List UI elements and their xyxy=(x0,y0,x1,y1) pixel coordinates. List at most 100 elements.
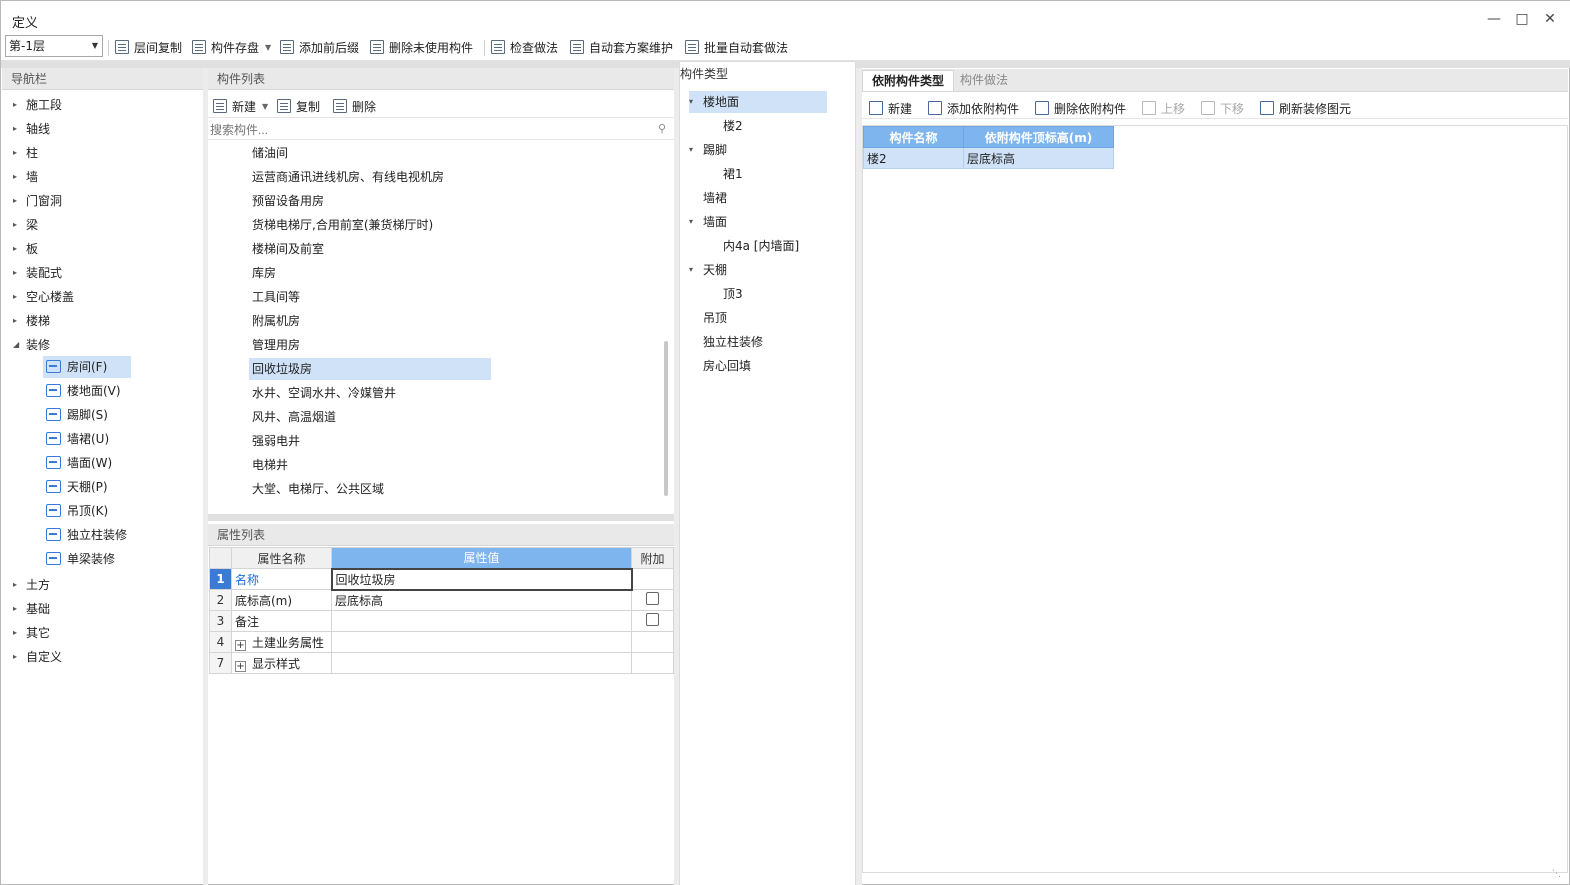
delete-unused-button[interactable]: 删除未使用构件 xyxy=(370,38,473,56)
dependent-height-cell[interactable]: 层底标高 xyxy=(963,147,1114,169)
table-row[interactable]: 1 名称 回收垃圾房 xyxy=(209,567,674,591)
nav-subitem[interactable]: 墙面(W) xyxy=(43,452,131,474)
nav-subitem[interactable]: 天棚(P) xyxy=(43,476,131,498)
nav-item[interactable]: ▸ 轴线 xyxy=(13,118,50,140)
nav-subitem[interactable]: 踢脚(S) xyxy=(43,404,131,426)
property-value-cell[interactable]: 层底标高 xyxy=(331,589,632,611)
list-item[interactable]: 回收垃圾房 xyxy=(249,358,491,380)
property-value-cell[interactable] xyxy=(331,652,632,674)
caret-right-icon[interactable]: ▸ xyxy=(13,190,17,212)
type-tree-child[interactable]: 顶3 xyxy=(723,283,743,305)
list-item[interactable]: 水井、空调水井、冷媒管井 xyxy=(249,382,396,404)
property-value-cell[interactable] xyxy=(331,631,632,653)
table-row[interactable]: 7 + 显示样式 xyxy=(209,652,674,674)
extra-checkbox[interactable] xyxy=(646,613,659,626)
caret-right-icon[interactable]: ▸ xyxy=(13,142,17,164)
move-up-button[interactable]: 上移 xyxy=(1142,99,1185,117)
search-icon[interactable]: ⚲ xyxy=(658,122,666,135)
caret-right-icon[interactable]: ▸ xyxy=(13,118,17,140)
delete-dependent-button[interactable]: 删除依附构件 xyxy=(1035,99,1126,117)
nav-item[interactable]: ▸ 柱 xyxy=(13,142,38,164)
nav-item[interactable]: ▸ 墙 xyxy=(13,166,38,188)
caret-right-icon[interactable]: ▸ xyxy=(13,286,17,308)
nav-item[interactable]: ◢ 装修 xyxy=(13,334,50,356)
list-scrollbar[interactable] xyxy=(664,341,668,496)
caret-down-icon[interactable]: ◢ xyxy=(13,334,19,356)
delete-component-button[interactable]: 删除 xyxy=(333,97,376,115)
type-tree-node[interactable]: 独立柱装修 xyxy=(689,331,763,353)
type-tree-node[interactable]: 墙裙 xyxy=(689,187,727,209)
tab-dependent-types[interactable]: 依附构件类型 xyxy=(862,70,955,91)
nav-subitem[interactable]: 独立柱装修 xyxy=(43,524,131,546)
caret-right-icon[interactable]: ▸ xyxy=(13,94,17,116)
minimize-icon[interactable]: — xyxy=(1485,10,1503,28)
list-item[interactable]: 储油间 xyxy=(249,142,288,164)
list-item[interactable]: 管理用房 xyxy=(249,334,300,356)
nav-item[interactable]: ▸ 其它 xyxy=(13,622,50,644)
caret-down-icon[interactable]: ▾ xyxy=(689,211,693,233)
caret-right-icon[interactable]: ▸ xyxy=(13,214,17,236)
extra-checkbox[interactable] xyxy=(646,592,659,605)
list-item[interactable]: 运营商通讯进线机房、有线电视机房 xyxy=(249,166,444,188)
maximize-icon[interactable]: □ xyxy=(1513,10,1531,28)
nav-subitem[interactable]: 吊顶(K) xyxy=(43,500,131,522)
dependent-name-cell[interactable]: 楼2 xyxy=(863,147,964,169)
resize-grip-icon[interactable]: ⋱ xyxy=(1552,869,1561,879)
copy-floors-button[interactable]: 层间复制 xyxy=(115,38,182,56)
table-row[interactable]: 4 + 土建业务属性 xyxy=(209,631,674,653)
tab-component-method[interactable]: 构件做法 xyxy=(951,70,1017,91)
property-value-cell[interactable]: 回收垃圾房 xyxy=(330,567,633,591)
save-component-button[interactable]: 构件存盘 ▼ xyxy=(192,38,271,56)
caret-right-icon[interactable]: ▸ xyxy=(13,166,17,188)
new-dependent-button[interactable]: 新建 xyxy=(869,99,912,117)
nav-subitem[interactable]: 房间(F) xyxy=(43,356,131,378)
nav-item[interactable]: ▸ 基础 xyxy=(13,598,50,620)
nav-subitem[interactable]: 墙裙(U) xyxy=(43,428,131,450)
table-row[interactable]: 2 底标高(m) 层底标高 xyxy=(209,589,674,611)
type-tree-child[interactable]: 裙1 xyxy=(723,163,743,185)
type-tree-node[interactable]: 房心回填 xyxy=(689,355,751,377)
list-item[interactable]: 风井、高温烟道 xyxy=(249,406,336,428)
list-item[interactable]: 预留设备用房 xyxy=(249,190,324,212)
list-item[interactable]: 工具间等 xyxy=(249,286,300,308)
expand-icon[interactable]: + xyxy=(235,660,246,672)
caret-down-icon[interactable]: ▾ xyxy=(689,259,693,281)
type-tree-node[interactable]: 吊顶 xyxy=(689,307,727,329)
type-tree-node[interactable]: ▾ 墙面 xyxy=(689,211,727,233)
close-icon[interactable]: ✕ xyxy=(1541,10,1559,28)
type-tree-node[interactable]: ▾ 天棚 xyxy=(689,259,727,281)
auto-scheme-button[interactable]: 自动套方案维护 xyxy=(570,38,673,56)
caret-right-icon[interactable]: ▸ xyxy=(13,646,17,668)
copy-component-button[interactable]: 复制 xyxy=(277,97,320,115)
check-method-button[interactable]: 检查做法 xyxy=(491,38,558,56)
type-tree-child[interactable]: 内4a [内墙面] xyxy=(723,235,799,257)
expand-icon[interactable]: + xyxy=(235,639,246,651)
nav-item[interactable]: ▸ 板 xyxy=(13,238,38,260)
list-item[interactable]: 楼梯间及前室 xyxy=(249,238,324,260)
move-down-button[interactable]: 下移 xyxy=(1201,99,1244,117)
caret-down-icon[interactable]: ▾ xyxy=(689,139,693,161)
type-tree-node[interactable]: ▾ 楼地面 xyxy=(689,91,827,113)
list-item[interactable]: 大堂、电梯厅、公共区域 xyxy=(249,478,384,500)
nav-item[interactable]: ▸ 施工段 xyxy=(13,94,62,116)
caret-right-icon[interactable]: ▸ xyxy=(13,598,17,620)
chevron-down-icon[interactable]: ▼ xyxy=(262,102,268,111)
nav-item[interactable]: ▸ 空心楼盖 xyxy=(13,286,74,308)
add-affix-button[interactable]: 添加前后缀 xyxy=(280,38,359,56)
nav-item[interactable]: ▸ 自定义 xyxy=(13,646,62,668)
nav-item[interactable]: ▸ 装配式 xyxy=(13,262,62,284)
list-item[interactable]: 强弱电井 xyxy=(249,430,300,452)
nav-item[interactable]: ▸ 门窗洞 xyxy=(13,190,62,212)
table-row[interactable]: 3 备注 xyxy=(209,610,674,632)
nav-item[interactable]: ▸ 土方 xyxy=(13,574,50,596)
caret-right-icon[interactable]: ▸ xyxy=(13,310,17,332)
component-search-input[interactable] xyxy=(210,121,650,139)
chevron-down-icon[interactable]: ▼ xyxy=(265,43,271,52)
new-component-button[interactable]: 新建 ▼ xyxy=(213,97,268,115)
nav-subitem[interactable]: 单梁装修 xyxy=(43,548,131,570)
caret-right-icon[interactable]: ▸ xyxy=(13,238,17,260)
list-item[interactable]: 库房 xyxy=(249,262,276,284)
nav-item[interactable]: ▸ 梁 xyxy=(13,214,38,236)
batch-auto-button[interactable]: 批量自动套做法 xyxy=(685,38,788,56)
refresh-decoration-button[interactable]: 刷新装修图元 xyxy=(1260,99,1351,117)
